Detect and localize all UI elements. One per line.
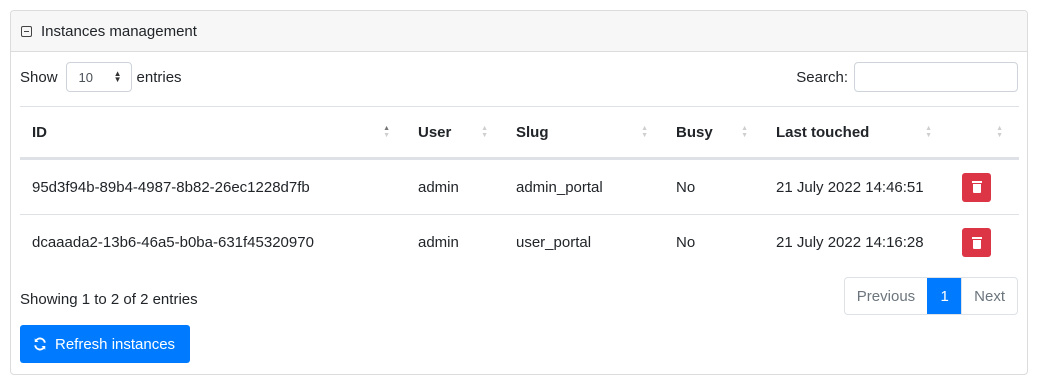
- entries-length-control: Show 10 ▲ ▼ entries: [20, 62, 182, 92]
- cell-busy: No: [664, 158, 764, 215]
- table-row: dcaaada2-13b6-46a5-b0ba-631f45320970 adm…: [20, 215, 1019, 271]
- refresh-button-label: Refresh instances: [55, 335, 176, 353]
- column-header-user[interactable]: User ▲ ▼: [406, 106, 504, 160]
- trash-icon: [971, 236, 982, 249]
- column-header-busy[interactable]: Busy ▲ ▼: [664, 106, 764, 160]
- column-header-actions[interactable]: ▲ ▼: [948, 106, 1019, 160]
- sort-icon: ▲ ▼: [641, 125, 648, 139]
- collapse-icon[interactable]: [21, 25, 32, 37]
- page-1-button[interactable]: 1: [927, 278, 962, 314]
- refresh-instances-button[interactable]: Refresh instances: [20, 325, 190, 363]
- previous-page-button[interactable]: Previous: [845, 278, 927, 314]
- cell-slug: user_portal: [516, 234, 592, 252]
- table-header-row: ID ▲ ▼ User ▲ ▼ Slug ▲ ▼ Busy ▲ ▼ Last touch…: [20, 106, 1019, 160]
- select-arrows-icon: ▲ ▼: [113, 69, 122, 84]
- instances-table: ID ▲ ▼ User ▲ ▼ Slug ▲ ▼ Busy ▲ ▼ Last touch…: [20, 106, 1019, 271]
- cell-actions: [948, 158, 1019, 215]
- column-header-id[interactable]: ID ▲ ▼: [20, 106, 406, 160]
- sort-icon: ▲ ▼: [481, 125, 488, 139]
- panel-header[interactable]: Instances management: [11, 11, 1027, 52]
- table-info: Showing 1 to 2 of 2 entries: [20, 291, 198, 308]
- cell-user: admin: [418, 234, 459, 252]
- refresh-icon: [34, 337, 46, 351]
- column-header-last-touched[interactable]: Last touched ▲ ▼: [764, 106, 948, 160]
- trash-icon: [971, 181, 982, 193]
- cell-user: admin: [406, 158, 504, 215]
- search-input[interactable]: [854, 62, 1018, 92]
- search-control: Search:: [796, 62, 1018, 92]
- column-header-slug[interactable]: Slug ▲ ▼: [504, 106, 664, 160]
- cell-id: dcaaada2-13b6-46a5-b0ba-631f45320970: [32, 234, 314, 252]
- cell-slug: admin_portal: [504, 158, 664, 215]
- sort-icon: ▲ ▼: [925, 125, 932, 139]
- sort-icon: ▲ ▼: [741, 125, 748, 139]
- entries-label: entries: [136, 68, 182, 86]
- cell-last-touched: 21 July 2022 14:46:51: [764, 158, 948, 215]
- cell-actions: [948, 215, 1019, 271]
- cell-busy: No: [676, 234, 696, 252]
- entries-select[interactable]: 10 ▲ ▼: [65, 62, 132, 92]
- instances-panel: Instances management Show 10 ▲ ▼ entries …: [10, 10, 1028, 375]
- delete-button[interactable]: [962, 172, 991, 202]
- entries-select-value: 10: [78, 69, 93, 85]
- panel-title: Instances management: [41, 22, 197, 40]
- sort-icon: ▲ ▼: [996, 125, 1003, 139]
- pagination: Previous 1 Next: [843, 277, 1018, 315]
- next-page-button[interactable]: Next: [961, 278, 1017, 314]
- cell-id: 95d3f94b-89b4-4987-8b82-26ec1228d7fb: [20, 158, 406, 215]
- table-row: 95d3f94b-89b4-4987-8b82-26ec1228d7fb adm…: [20, 158, 1019, 215]
- search-label: Search:: [796, 68, 848, 86]
- cell-last-touched: 21 July 2022 14:16:28: [776, 234, 924, 252]
- delete-button[interactable]: [962, 228, 991, 258]
- show-label: Show: [20, 68, 58, 86]
- sort-asc-icon: ▲ ▼: [383, 125, 390, 139]
